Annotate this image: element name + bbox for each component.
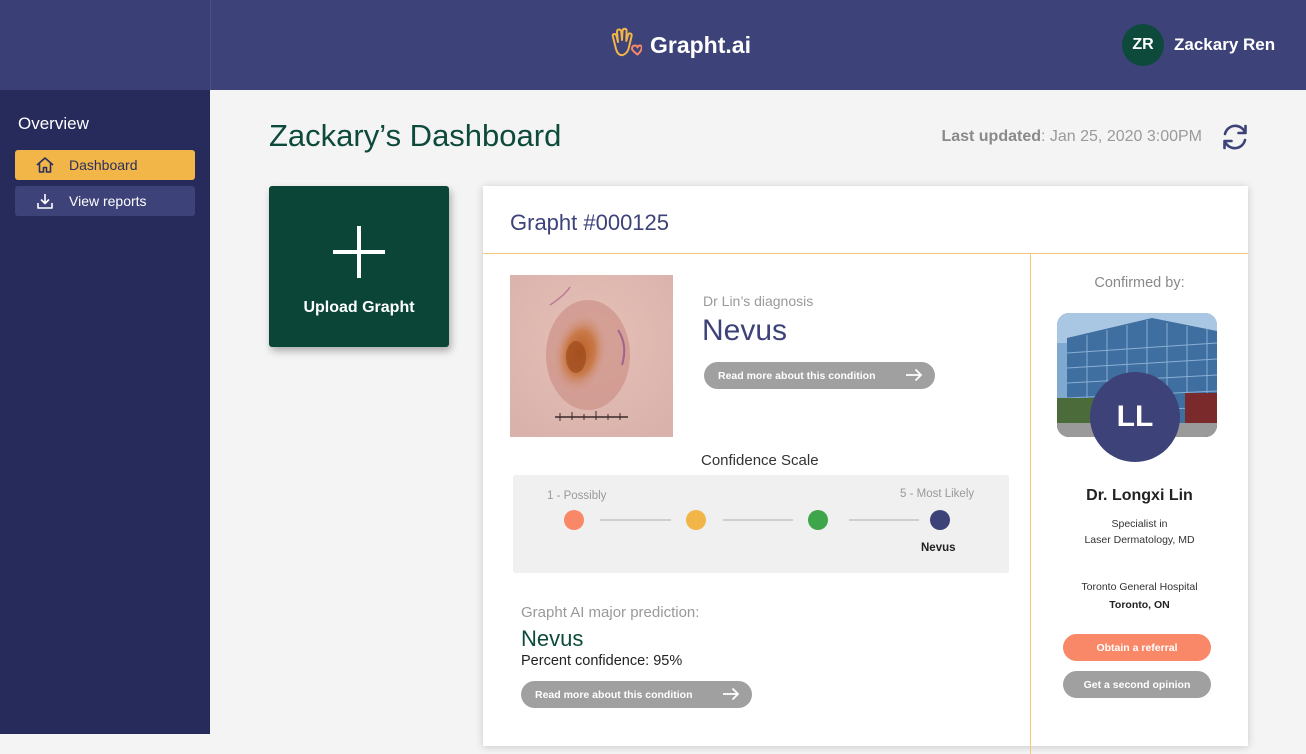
arrow-right-icon [722, 687, 740, 701]
upload-grapht-button[interactable]: Upload Grapht [269, 186, 449, 347]
read-more-label: Read more about this condition [718, 369, 876, 382]
brand[interactable]: Grapht.ai [608, 27, 751, 64]
confidence-scale-title: Confidence Scale [701, 452, 819, 469]
page-title: Zackary’s Dashboard [269, 118, 562, 153]
diagnosis-label: Dr Lin’s diagnosis [703, 293, 814, 309]
hand-heart-icon [608, 27, 643, 64]
confidence-scale: 1 - Possibly 5 - Most Likely Nevus [513, 475, 1009, 573]
last-updated-label: Last updated [941, 128, 1041, 145]
confidence-min-label: 1 - Possibly [547, 490, 607, 502]
doctor-name: Dr. Longxi Lin [1086, 487, 1193, 504]
read-more-ai-button[interactable]: Read more about this condition [521, 681, 752, 708]
doctor-specialty: Specialist in Laser Dermatology, MD [1031, 516, 1248, 548]
plus-icon [331, 224, 387, 280]
confidence-connector [723, 519, 793, 521]
ai-percent-confidence: Percent confidence: 95% [521, 653, 683, 669]
upload-grapht-label: Upload Grapht [303, 299, 415, 316]
doctor-specialty-line2: Laser Dermatology, MD [1084, 534, 1195, 546]
user-avatar: ZR [1122, 24, 1164, 66]
brand-name: Grapht.ai [650, 31, 751, 58]
confidence-connector [849, 519, 919, 521]
obtain-referral-button[interactable]: Obtain a referral [1063, 634, 1211, 661]
confidence-level-1[interactable] [564, 510, 584, 530]
skin-lesion-image[interactable] [510, 275, 673, 437]
top-bar: Grapht.ai ZR Zackary Ren [0, 0, 1306, 90]
card-divider [483, 253, 1248, 254]
confidence-level-3[interactable] [808, 510, 828, 530]
user-menu[interactable]: ZR Zackary Ren [1122, 24, 1275, 66]
ai-prediction-label: Grapht AI major prediction: [521, 604, 700, 621]
sidebar-title: Overview [18, 114, 89, 133]
sidebar-item-label: Dashboard [69, 157, 138, 173]
second-opinion-button[interactable]: Get a second opinion [1063, 671, 1211, 698]
doctor-specialty-line1: Specialist in [1111, 518, 1168, 530]
hospital-name: Toronto General Hospital [1081, 581, 1198, 593]
card-title: Grapht #000125 [510, 210, 670, 235]
doctor-hospital: Toronto General Hospital Toronto, ON [1031, 578, 1248, 614]
diagnosis-value: Nevus [702, 314, 788, 347]
read-more-label: Read more about this condition [535, 688, 693, 701]
download-icon [35, 191, 55, 211]
grapht-card: Grapht #000125 Dr Lin’s diagnosis Nevus … [483, 186, 1248, 754]
top-bar-sidebar-cap [0, 0, 211, 90]
refresh-icon[interactable] [1218, 120, 1252, 154]
user-name: Zackary Ren [1174, 35, 1276, 54]
last-updated-value: : Jan 25, 2020 3:00PM [1041, 128, 1202, 145]
confirmed-by-label: Confirmed by: [1094, 275, 1185, 291]
confidence-max-label: 5 - Most Likely [900, 488, 975, 500]
read-more-diagnosis-button[interactable]: Read more about this condition [704, 362, 935, 389]
sidebar-item-label: View reports [69, 193, 147, 209]
sidebar-item-view-reports[interactable]: View reports [15, 186, 195, 216]
confidence-level-2[interactable] [686, 510, 706, 530]
confidence-level-4[interactable] [930, 510, 950, 530]
confidence-connector [600, 519, 671, 521]
arrow-right-icon [905, 368, 923, 382]
home-icon [35, 155, 55, 175]
hospital-city: Toronto, ON [1109, 599, 1170, 611]
ai-prediction-value: Nevus [521, 626, 584, 651]
sidebar-item-dashboard[interactable]: Dashboard [15, 150, 195, 180]
confidence-selected-label: Nevus [921, 542, 956, 554]
doctor-avatar: LL [1090, 372, 1180, 462]
last-updated: Last updated: Jan 25, 2020 3:00PM [941, 128, 1202, 146]
sidebar: Overview Dashboard View reports [0, 90, 210, 734]
